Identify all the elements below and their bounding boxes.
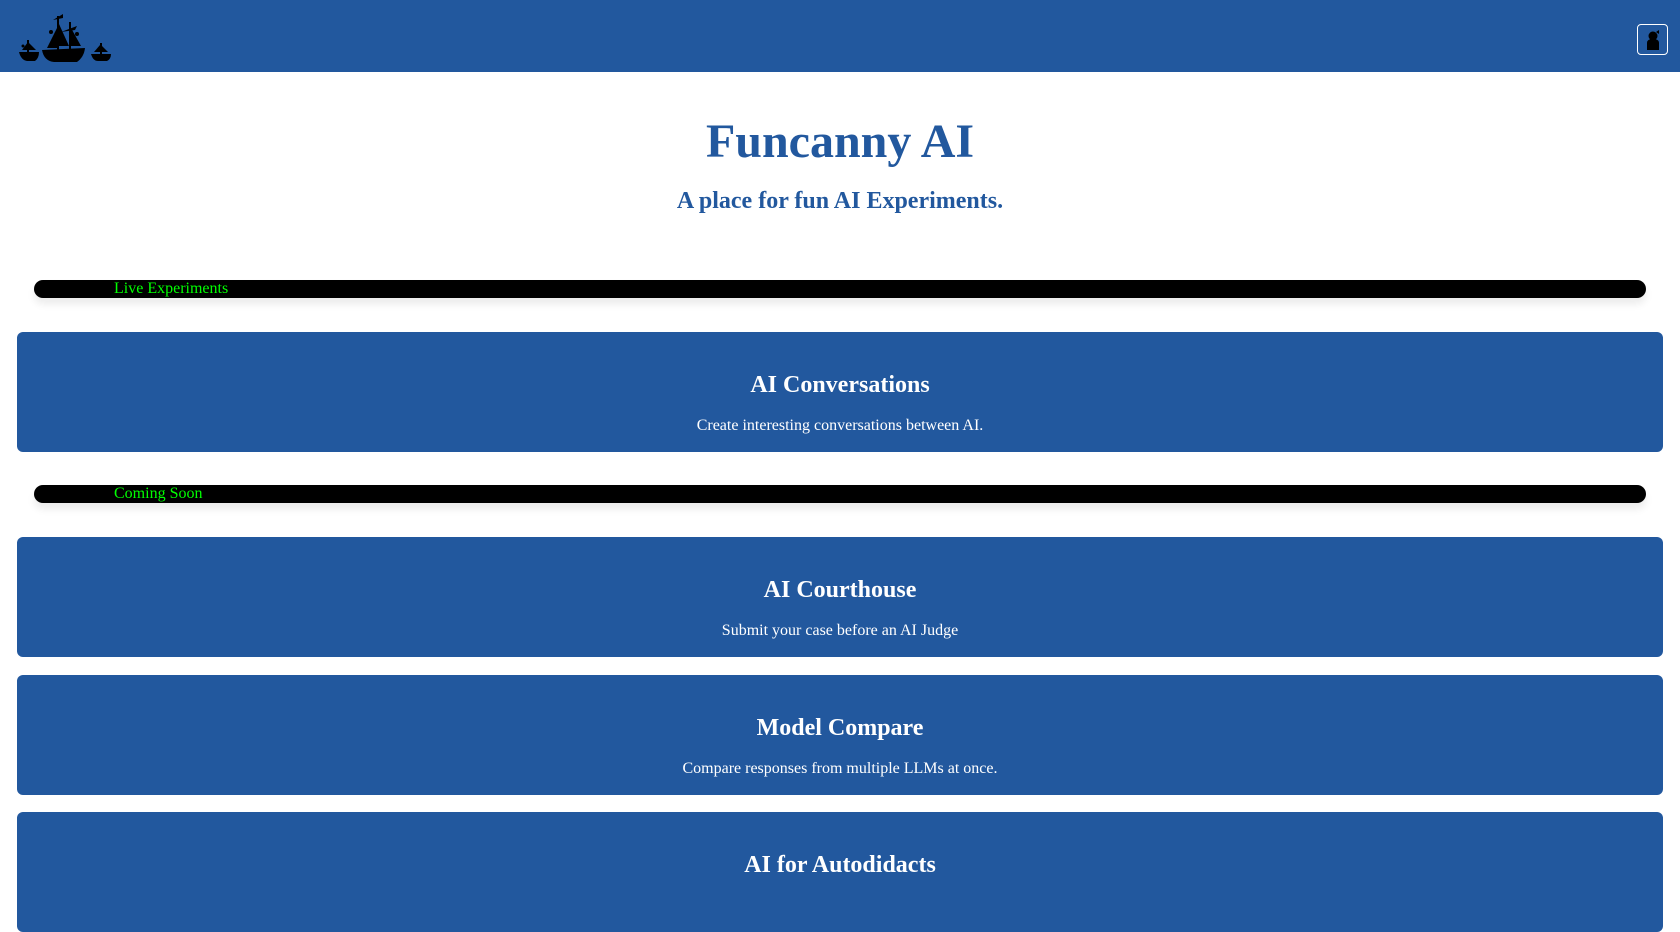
page-title: Funcanny AI bbox=[705, 115, 975, 168]
card-description: Submit your case before an AI Judge bbox=[721, 622, 959, 639]
card-description: Compare responses from multiple LLMs at … bbox=[682, 760, 998, 777]
card-ai-for-autodidacts[interactable]: AI for Autodidacts bbox=[17, 812, 1663, 932]
section-header-live-experiments: Live Experiments bbox=[34, 280, 1646, 298]
page-subtitle: A place for fun AI Experiments. bbox=[676, 188, 1004, 214]
section-label-live: Live Experiments bbox=[114, 280, 229, 297]
card-title: Model Compare bbox=[756, 715, 924, 741]
card-title: AI Conversations bbox=[750, 372, 930, 398]
card-title: AI Courthouse bbox=[763, 577, 917, 603]
top-navbar bbox=[0, 0, 1680, 72]
card-description: Create interesting conversations between… bbox=[696, 417, 984, 434]
section-header-coming-soon: Coming Soon bbox=[34, 485, 1646, 503]
card-ai-courthouse[interactable]: AI Courthouse Submit your case before an… bbox=[17, 537, 1663, 657]
user-silhouette-icon bbox=[1647, 30, 1659, 50]
pirate-ships-logo-icon[interactable] bbox=[17, 12, 113, 62]
card-model-compare[interactable]: Model Compare Compare responses from mul… bbox=[17, 675, 1663, 795]
user-account-button[interactable] bbox=[1637, 24, 1668, 55]
card-ai-conversations[interactable]: AI Conversations Create interesting conv… bbox=[17, 332, 1663, 452]
section-label-coming: Coming Soon bbox=[114, 485, 203, 502]
